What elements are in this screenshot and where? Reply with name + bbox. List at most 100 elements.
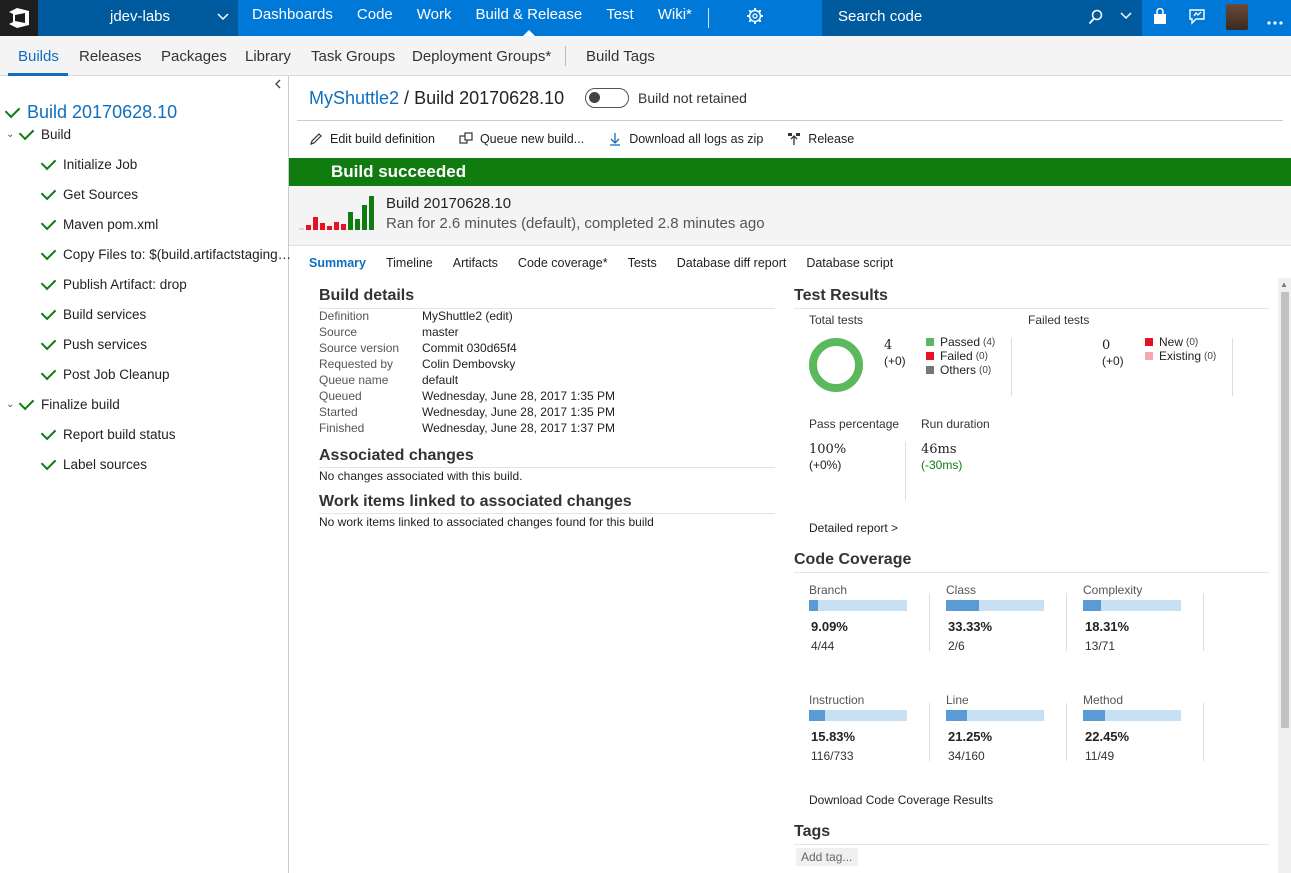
tab-tests[interactable]: Tests [628,256,657,270]
history-bar[interactable] [313,217,318,230]
history-bar[interactable] [320,223,325,230]
tree-step[interactable]: Build services [40,304,146,324]
check-icon [40,274,57,290]
legend-label: New [1159,335,1184,349]
check-icon [18,124,35,140]
download-logs-button[interactable]: Download all logs as zip [608,132,763,146]
top-bar: jdev-labs Dashboards Code Work Build & R… [0,0,1291,36]
tags-heading: Tags [794,823,831,840]
nav-build-release[interactable]: Build & Release [463,0,594,36]
nav-dashboards[interactable]: Dashboards [240,0,345,36]
vertical-divider [929,593,930,651]
breadcrumb-project[interactable]: MyShuttle2 [309,88,399,108]
search-input[interactable]: Search code [838,8,922,25]
nav-test[interactable]: Test [594,0,646,36]
commit-link[interactable]: Commit 030d65f4 [422,341,517,355]
tree-step[interactable]: Publish Artifact: drop [40,274,187,294]
coverage-bar [809,710,907,721]
scroll-up-icon[interactable]: ▲ [1280,280,1288,289]
tab-library[interactable]: Library [245,48,291,65]
history-bar[interactable] [306,225,311,230]
search-box[interactable]: Search code [822,0,1142,36]
search-icon[interactable] [1088,9,1104,28]
summary-tabs: Summary Timeline Artifacts Code coverage… [309,256,913,270]
detailed-report-link[interactable]: Detailed report > [809,521,898,535]
tab-deployment-groups[interactable]: Deployment Groups* [412,48,551,65]
vertical-divider [1066,703,1067,761]
definition-link[interactable]: MyShuttle2 (edit) [422,309,513,323]
nav-wiki[interactable]: Wiki* [646,0,704,36]
queue-label: Queue new build... [479,132,585,146]
build-title-link[interactable]: Build 20170628.10 [27,102,177,123]
history-bar[interactable] [327,226,332,230]
collapse-pane-icon[interactable] [273,78,283,93]
edit-build-definition-button[interactable]: Edit build definition [309,132,435,146]
tree-build-title[interactable]: Build 20170628.10 [4,100,177,124]
legend-count: (4) [983,336,996,348]
tab-packages[interactable]: Packages [161,48,227,65]
step-label: Get Sources [63,186,139,202]
detail-label: Queued [319,389,362,403]
detail-label: Source [319,325,358,339]
vsts-logo-icon[interactable] [0,0,38,36]
tab-builds[interactable]: Builds [18,48,59,65]
history-bar[interactable] [369,196,374,230]
tab-task-groups[interactable]: Task Groups [311,48,395,65]
build-details-heading: Build details [319,287,415,304]
nav-work[interactable]: Work [405,0,464,36]
history-bar[interactable] [348,212,353,230]
tab-timeline[interactable]: Timeline [386,256,433,270]
chevron-down-icon[interactable]: ⌄ [6,129,16,140]
tab-artifacts[interactable]: Artifacts [453,256,498,270]
nav-code[interactable]: Code [345,0,405,36]
tree-step[interactable]: Maven pom.xml [40,214,158,234]
check-icon [18,394,35,410]
tab-releases[interactable]: Releases [79,48,142,65]
coverage-label: Line [946,693,969,707]
tree-step[interactable]: Get Sources [40,184,139,204]
history-bar[interactable] [362,205,367,230]
vertical-divider [1232,338,1233,396]
tree-phase-build[interactable]: ⌄ Build [6,124,71,144]
coverage-bar-fill [809,710,825,721]
coverage-bar [1083,710,1181,721]
add-tag-input[interactable]: Add tag... [796,848,858,866]
tree-step[interactable]: Report build status [40,424,176,444]
download-coverage-link[interactable]: Download Code Coverage Results [809,793,993,807]
source-link[interactable]: master [422,325,459,339]
retain-toggle[interactable] [585,88,629,108]
tab-code-coverage[interactable]: Code coverage* [518,256,608,270]
tab-database-diff[interactable]: Database diff report [677,256,787,270]
total-tests-donut[interactable] [809,338,863,392]
tab-build-tags[interactable]: Build Tags [586,48,655,65]
avatar[interactable] [1226,4,1248,30]
build-history-chart[interactable] [299,196,379,230]
legend-swatch [926,352,934,360]
history-bar[interactable] [334,222,339,230]
tree-step[interactable]: Initialize Job [40,154,137,174]
chevron-down-icon[interactable]: ⌄ [6,399,16,410]
more-icon[interactable] [1267,13,1283,28]
queue-link[interactable]: default [422,373,458,387]
chevron-down-icon[interactable] [1120,10,1132,25]
scrollbar-thumb[interactable] [1281,292,1289,728]
coverage-bar [946,600,1044,611]
tree-step[interactable]: Post Job Cleanup [40,364,170,384]
history-bar[interactable] [341,224,346,230]
project-selector[interactable]: jdev-labs [38,0,238,36]
tab-summary[interactable]: Summary [309,256,366,270]
feedback-icon[interactable] [1188,8,1206,29]
tree-phase-finalize[interactable]: ⌄ Finalize build [6,394,120,414]
build-summary-header: Build 20170628.10 Ran for 2.6 minutes (d… [289,186,1291,246]
release-button[interactable]: Release [787,132,854,146]
tab-database-script[interactable]: Database script [806,256,893,270]
queue-new-build-button[interactable]: Queue new build... [459,132,584,146]
tree-step[interactable]: Copy Files to: $(build.artifactstaging… [40,244,291,264]
history-bar[interactable] [355,219,360,230]
gear-icon[interactable] [746,7,764,28]
tree-step[interactable]: Push services [40,334,147,354]
shopping-bag-icon[interactable] [1152,7,1168,29]
tree-step[interactable]: Label sources [40,454,147,474]
history-bar[interactable] [299,228,304,230]
pass-percentage-label: Pass percentage [809,417,900,431]
